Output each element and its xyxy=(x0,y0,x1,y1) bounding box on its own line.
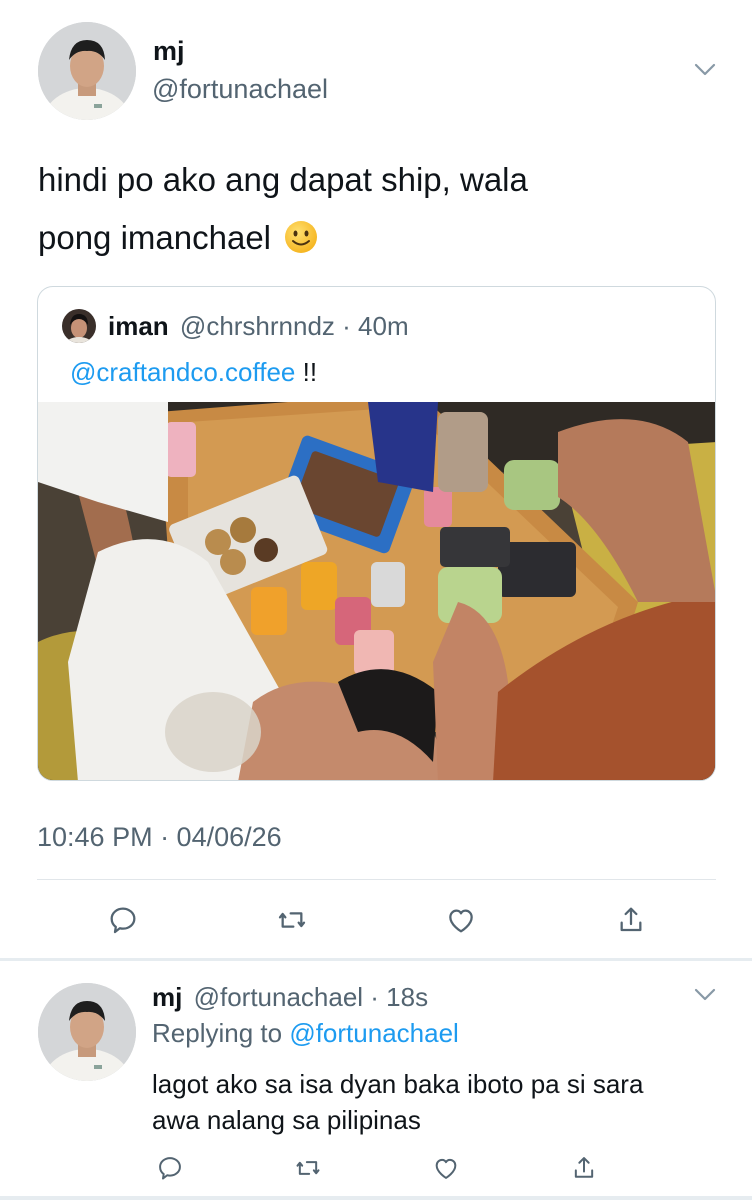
replying-to-label: Replying to xyxy=(152,1018,290,1048)
author-avatar[interactable] xyxy=(38,22,136,120)
share-button[interactable] xyxy=(566,1150,602,1186)
retweet-button[interactable] xyxy=(290,1150,326,1186)
slightly-smiling-face-icon xyxy=(284,217,318,253)
reply-text-line: lagot ako sa isa dyan baka iboto pa si s… xyxy=(152,1069,644,1099)
reply-author-avatar[interactable] xyxy=(38,983,136,1081)
tweet-timestamp[interactable]: 10:46 PM · 04/06/26 xyxy=(37,822,282,853)
mention-link[interactable]: @craftandco.coffee xyxy=(70,357,295,387)
retweet-button[interactable] xyxy=(272,900,312,940)
quoted-tweet-header: iman @chrshrnndz · 40m xyxy=(108,311,409,342)
replying-to: Replying to @fortunachael xyxy=(152,1018,459,1049)
chevron-down-icon[interactable] xyxy=(694,63,716,77)
quoted-author-handle-time[interactable]: @chrshrnndz · 40m xyxy=(180,311,409,341)
like-button[interactable] xyxy=(441,900,481,940)
reply-text-line: awa nalang sa pilipinas xyxy=(152,1105,421,1135)
chevron-down-icon[interactable] xyxy=(694,988,716,1002)
retweet-icon xyxy=(294,1154,322,1182)
tweet-text-line: pong imanchael xyxy=(38,212,718,264)
divider xyxy=(37,879,716,880)
quoted-tweet-text: @craftandco.coffee !! xyxy=(70,357,317,388)
author-display-name[interactable]: mj xyxy=(153,36,185,67)
replying-to-handle-link[interactable]: @fortunachael xyxy=(289,1018,459,1048)
bottom-edge xyxy=(0,1196,752,1200)
tweet-text-fragment: pong imanchael xyxy=(38,219,271,256)
like-icon xyxy=(432,1154,460,1182)
reply-button[interactable] xyxy=(103,900,143,940)
reply-tweet-text: lagot ako sa isa dyan baka iboto pa si s… xyxy=(152,1066,712,1138)
quoted-tweet-suffix: !! xyxy=(295,357,318,387)
reply-icon xyxy=(156,1154,184,1182)
share-icon xyxy=(570,1154,598,1182)
reply-button[interactable] xyxy=(152,1150,188,1186)
author-handle[interactable]: @fortunachael xyxy=(152,74,328,105)
like-icon xyxy=(445,904,477,936)
share-button[interactable] xyxy=(611,900,651,940)
section-separator xyxy=(0,958,752,961)
reply-icon xyxy=(107,904,139,936)
quoted-author-avatar[interactable] xyxy=(62,309,96,343)
quoted-author-display-name[interactable]: iman xyxy=(108,311,169,341)
like-button[interactable] xyxy=(428,1150,464,1186)
tweet-text: hindi po ako ang dapat ship, wala pong i… xyxy=(38,154,718,264)
quoted-tweet-card[interactable]: iman @chrshrnndz · 40m @craftandco.coffe… xyxy=(37,286,716,781)
tweet-text-line: hindi po ako ang dapat ship, wala xyxy=(38,161,528,198)
reply-header: mj @fortunachael · 18s xyxy=(152,982,428,1013)
retweet-icon xyxy=(276,904,308,936)
share-icon xyxy=(615,904,647,936)
reply-author-display-name[interactable]: mj xyxy=(152,982,182,1012)
reply-author-handle-time[interactable]: @fortunachael · 18s xyxy=(194,982,429,1012)
quoted-tweet-photo[interactable] xyxy=(38,402,715,780)
